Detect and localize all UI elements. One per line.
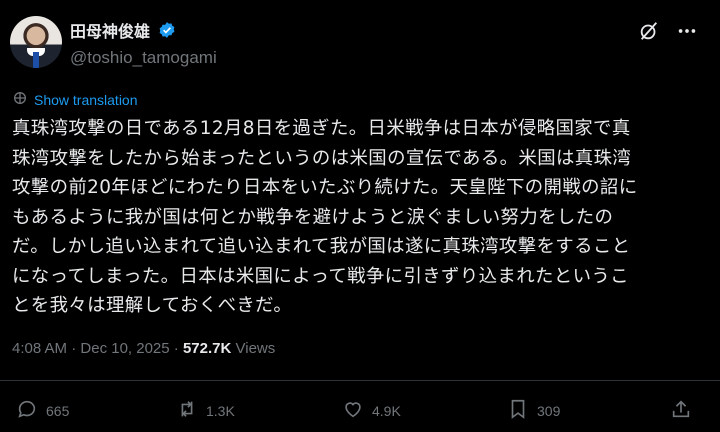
like-icon bbox=[342, 398, 364, 423]
like-button[interactable]: 4.9K bbox=[342, 398, 401, 423]
repost-count: 1.3K bbox=[206, 402, 235, 419]
tweet-date[interactable]: Dec 10, 2025 bbox=[80, 340, 169, 357]
author-block: 田母神俊雄 @toshio_tamogami bbox=[70, 18, 217, 68]
tweet-line: になってしまった。日本は米国によって戦争に引きずり込まれたというこ bbox=[12, 265, 629, 287]
tweet-meta: 4:08 AM · Dec 10, 2025 · 572.7K Views bbox=[12, 340, 275, 357]
tweet-line: だ。しかし追い込まれて追い込まれて我が国は遂に真珠湾攻撃をすること bbox=[12, 236, 631, 257]
more-icon[interactable] bbox=[676, 20, 698, 42]
translate-icon bbox=[12, 90, 28, 110]
display-name[interactable]: 田母神俊雄 bbox=[70, 18, 150, 42]
tweet-text: 真珠湾攻撃の日である12月8日を過ぎた。日米戦争は日本が侵略国家で真 珠湾攻撃を… bbox=[12, 114, 712, 321]
tweet-time[interactable]: 4:08 AM bbox=[12, 340, 67, 357]
like-count: 4.9K bbox=[372, 402, 401, 419]
repost-button[interactable]: 1.3K bbox=[176, 398, 235, 423]
bookmark-count: 309 bbox=[537, 402, 561, 419]
verified-badge-icon bbox=[158, 21, 176, 39]
share-icon bbox=[670, 398, 692, 423]
meta-separator: · bbox=[173, 340, 179, 357]
bookmark-button[interactable]: 309 bbox=[507, 398, 560, 423]
reply-button[interactable]: 665 bbox=[16, 398, 69, 423]
tweet-line: 攻撃の前20年ほどにわたり日本をいたぶり続けた。天皇陛下の開戦の詔に bbox=[12, 177, 638, 198]
avatar[interactable] bbox=[10, 16, 62, 68]
reply-icon bbox=[16, 398, 38, 423]
action-bar: 665 1.3K 4.9K 309 bbox=[0, 398, 720, 428]
share-button[interactable] bbox=[670, 398, 692, 423]
grok-icon[interactable] bbox=[638, 20, 660, 42]
show-translation-label[interactable]: Show translation bbox=[34, 92, 138, 108]
views-label: Views bbox=[235, 340, 276, 357]
handle[interactable]: @toshio_tamogami bbox=[70, 48, 217, 68]
tweet-line: とを我々は理解しておくべきだ。 bbox=[12, 295, 293, 316]
reply-count: 665 bbox=[46, 402, 70, 419]
repost-icon bbox=[176, 398, 198, 423]
header-actions bbox=[638, 20, 698, 42]
tweet-header: 田母神俊雄 @toshio_tamogami bbox=[10, 14, 710, 70]
tweet-line: 珠湾攻撃をしたから始まったというのは米国の宣伝である。米国は真珠湾 bbox=[12, 147, 632, 169]
tweet-line: もあるように我が国は何とか戦争を避けようと涙ぐましい努力をしたの bbox=[12, 206, 614, 228]
divider bbox=[0, 380, 720, 381]
show-translation-link[interactable]: Show translation bbox=[12, 90, 138, 110]
bookmark-icon bbox=[507, 398, 529, 423]
views-count: 572.7K bbox=[182, 340, 232, 357]
meta-separator: · bbox=[71, 340, 77, 357]
tweet-line: 真珠湾攻撃の日である12月8日を過ぎた。日米戦争は日本が侵略国家で真 bbox=[12, 118, 631, 139]
